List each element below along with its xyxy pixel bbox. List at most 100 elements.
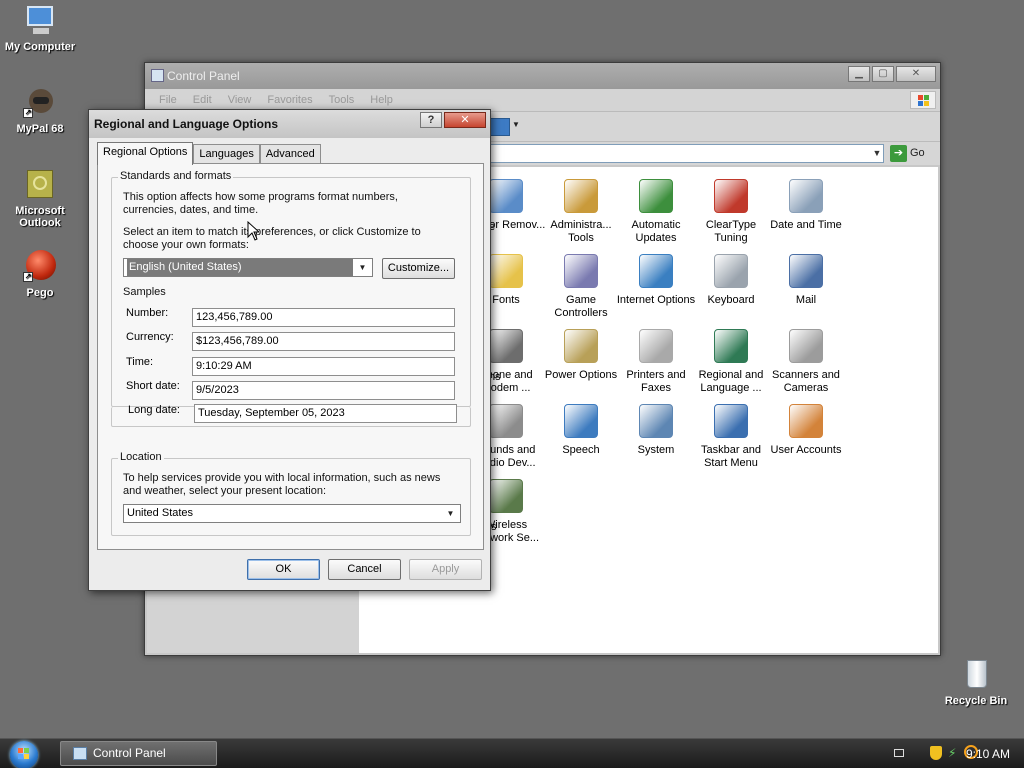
desktop-icon-mypal[interactable]: ↗ MyPal 68 (0, 86, 80, 135)
minimize-button[interactable]: ▁ (848, 66, 870, 82)
cp-item[interactable]: Taskbar and Start Menu (691, 404, 771, 470)
administrative-tools-icon (564, 179, 598, 213)
menu-bar: File Edit View Favorites Tools Help (145, 89, 940, 111)
chevron-down-icon[interactable]: ▼ (870, 145, 884, 162)
menu-help[interactable]: Help (362, 89, 401, 111)
cp-item[interactable]: Speech (541, 404, 621, 457)
cp-item[interactable]: Regional and Language ... (691, 329, 771, 395)
close-button[interactable]: ✕ (896, 66, 936, 82)
cp-item-label: Administra... Tools (550, 219, 612, 244)
users-icon (789, 404, 823, 438)
cp-item[interactable]: User Accounts (766, 404, 846, 457)
chevron-down-icon[interactable]: ▼ (355, 260, 370, 275)
dialog-close-button[interactable]: ✕ (444, 112, 486, 128)
help-button[interactable]: ? (420, 112, 442, 128)
tab-advanced[interactable]: Advanced (259, 144, 321, 164)
cp-item[interactable]: System (616, 404, 696, 457)
desktop-icon-pego[interactable]: ↗ Pego (0, 250, 80, 299)
tab-languages[interactable]: Languages (193, 144, 260, 164)
cp-item[interactable]: Keyboard (691, 254, 771, 307)
sample-value-short-date: 9/5/2023 (192, 381, 455, 400)
go-button[interactable]: ➔ Go (888, 145, 934, 162)
dialog-title: Regional and Language Options (94, 117, 279, 131)
cancel-button[interactable]: Cancel (328, 559, 401, 580)
cp-item[interactable]: Power Options (541, 329, 621, 382)
location-select[interactable]: United States ▼ (123, 504, 461, 523)
tab-strip: Regional Options Languages Advanced (97, 142, 321, 165)
apply-button[interactable]: Apply (409, 559, 482, 580)
cp-item[interactable]: Mail (766, 254, 846, 307)
cp-item[interactable]: Automatic Updates (616, 179, 696, 245)
desktop-icon-outlook[interactable]: Microsoft Outlook (0, 168, 80, 229)
taskbar: Control Panel ⚡ 9:10 AM (0, 738, 1024, 768)
cp-item-label: Game Controllers (554, 294, 608, 319)
format-select-value: English (United States) (127, 259, 353, 276)
format-select[interactable]: English (United States) ▼ (123, 258, 373, 277)
cp-item-label: Scanners and Cameras (772, 369, 840, 394)
windows-update-icon (639, 179, 673, 213)
location-select-value: United States (127, 507, 194, 519)
go-arrow-icon: ➔ (890, 145, 907, 162)
customize-button[interactable]: Customize... (382, 258, 455, 279)
clock-icon (789, 179, 823, 213)
cp-item[interactable]: Printers and Faxes (616, 329, 696, 395)
phone-icon (489, 329, 523, 363)
sample-label-currency: Currency: (126, 331, 174, 343)
desktop-icon-recycle-bin[interactable]: Recycle Bin (936, 658, 1016, 707)
tab-regional-options[interactable]: Regional Options (97, 142, 194, 165)
cp-item-label: ClearType Tuning (705, 219, 757, 244)
control-panel-titlebar[interactable]: Control Panel ▁ ▢ ✕ (145, 63, 940, 89)
cp-item[interactable]: ClearType Tuning (691, 179, 771, 245)
cp-item-label: Internet Options (616, 294, 696, 306)
computer-icon (23, 4, 57, 38)
sample-label-long-date: Long date: (128, 404, 180, 416)
desktop-icon-label: Recycle Bin (944, 695, 1008, 707)
cp-item-label: Taskbar and Start Menu (701, 444, 761, 469)
cp-item[interactable]: Scanners and Cameras (766, 329, 846, 395)
keyboard-tray-icon[interactable] (894, 749, 904, 757)
chevron-down-icon[interactable]: ▼ (443, 506, 458, 521)
cp-item-label: Speech (562, 444, 600, 456)
go-label: Go (910, 147, 925, 159)
scanner-icon (789, 329, 823, 363)
standards-group: Standards and formats This option affect… (111, 170, 471, 407)
dialog-titlebar[interactable]: Regional and Language Options ? ✕ (89, 110, 490, 138)
clock[interactable]: 9:10 AM (966, 747, 1010, 761)
cp-item-label: Regional and Language ... (698, 369, 764, 394)
views-icon[interactable] (490, 118, 510, 136)
cp-item[interactable]: Game Controllers (541, 254, 621, 320)
ok-button[interactable]: OK (247, 559, 320, 580)
shield-icon[interactable] (930, 746, 942, 760)
menu-view[interactable]: View (220, 89, 260, 111)
outlook-icon (23, 168, 57, 202)
cp-item-label: Date and Time (770, 219, 842, 231)
speech-icon (564, 404, 598, 438)
raccoon-icon: ↗ (23, 86, 57, 120)
cp-item[interactable]: Internet Options (616, 254, 696, 307)
desktop-icon-label: Pego (26, 287, 54, 299)
control-panel-title: Control Panel (167, 69, 240, 83)
maximize-button[interactable]: ▢ (872, 66, 894, 82)
menu-favorites[interactable]: Favorites (259, 89, 320, 111)
speaker-icon (489, 404, 523, 438)
cp-item[interactable]: Administra... Tools (541, 179, 621, 245)
sample-value-currency: $123,456,789.00 (192, 332, 455, 351)
sample-value-long-date: Tuesday, September 05, 2023 (194, 404, 457, 423)
taskbar-button-control-panel[interactable]: Control Panel (60, 741, 217, 766)
taskbar-icon (714, 404, 748, 438)
cp-item[interactable]: Date and Time (766, 179, 846, 232)
menu-file[interactable]: File (151, 89, 185, 111)
chevron-down-icon[interactable]: ▼ (512, 120, 520, 129)
desktop-icon-my-computer[interactable]: My Computer (0, 4, 80, 53)
mouse-cursor-icon (247, 220, 261, 241)
cp-item-label: Automatic Updates (631, 219, 681, 244)
menu-tools[interactable]: Tools (321, 89, 363, 111)
regional-language-dialog: Regional and Language Options ? ✕ Region… (88, 109, 491, 591)
sample-label-short-date: Short date: (126, 380, 180, 392)
menu-edit[interactable]: Edit (185, 89, 220, 111)
standards-group-label: Standards and formats (118, 170, 234, 182)
start-button[interactable] (10, 741, 38, 768)
network-icon[interactable]: ⚡ (948, 746, 960, 760)
pego-icon: ↗ (23, 250, 57, 284)
cp-item-label: Printers and Faxes (626, 369, 686, 394)
